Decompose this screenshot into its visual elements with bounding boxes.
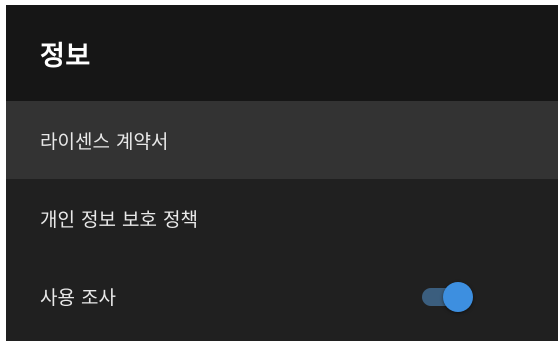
menu-item-label: 라이센스 계약서 xyxy=(40,130,169,153)
menu-item-privacy-policy[interactable]: 개인 정보 보호 정책 xyxy=(6,179,558,257)
page-title: 정보 xyxy=(40,40,91,72)
usage-survey-toggle[interactable] xyxy=(422,281,473,312)
about-panel: 정보 라이센스 계약서 개인 정보 보호 정책 사용 조사 xyxy=(6,5,558,341)
menu-list: 라이센스 계약서 개인 정보 보호 정책 사용 조사 xyxy=(6,101,558,335)
panel-header: 정보 xyxy=(6,5,558,101)
menu-item-label: 사용 조사 xyxy=(40,286,116,309)
toggle-thumb xyxy=(443,282,473,312)
menu-item-usage-survey[interactable]: 사용 조사 xyxy=(6,257,558,335)
menu-item-license-agreement[interactable]: 라이센스 계약서 xyxy=(6,101,558,179)
menu-item-label: 개인 정보 보호 정책 xyxy=(40,208,198,231)
